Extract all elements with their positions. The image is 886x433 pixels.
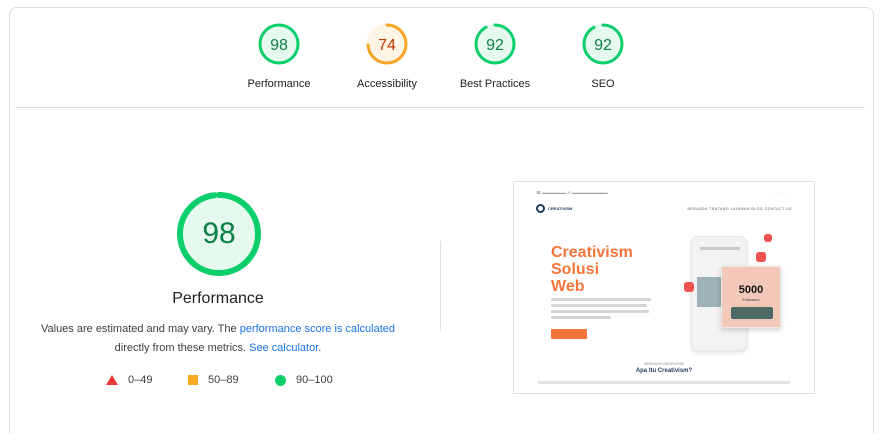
gauge-performance-score: 98 <box>270 37 288 54</box>
thumb-post-card: 5000 Followers <box>721 266 781 328</box>
legend-fail: 0–49 <box>106 372 152 388</box>
thumb-section-subtitle: MENGAPA CREATIVISM <box>644 362 684 366</box>
gauge-performance[interactable]: 98 Performance <box>219 22 339 91</box>
legend-average: 50–89 <box>188 372 239 388</box>
gauge-accessibility[interactable]: 74 Accessibility <box>327 22 447 91</box>
thumb-notification-icon <box>764 234 772 242</box>
gauge-seo-label: SEO <box>591 78 615 90</box>
gauge-performance-label: Performance <box>247 78 311 90</box>
thumb-contact-bar: ☎ ▬▬▬▬▬▬ ✉ ▬▬▬▬▬▬▬▬▬ <box>536 190 608 195</box>
thumb-social-icons: ◦ ◦ ◦ ◦ <box>773 190 790 195</box>
thumb-logo-icon <box>536 204 545 213</box>
thumb-hero-line-2: Solusi <box>551 261 600 278</box>
gauge-best-practices[interactable]: 92 Best Practices <box>435 22 555 91</box>
performance-description: Values are estimated and may vary. The p… <box>30 320 406 358</box>
fail-triangle-icon <box>106 375 118 386</box>
vertical-divider <box>440 241 441 331</box>
legend-pass-label: 90–100 <box>296 374 333 386</box>
thumb-counter-label: Followers <box>742 297 760 302</box>
section-divider <box>15 107 865 108</box>
performance-score-link[interactable]: performance score is calculated <box>240 323 395 335</box>
gauge-accessibility-score: 74 <box>378 37 396 54</box>
performance-title: Performance <box>172 290 264 307</box>
desc-middle: directly from these metrics. <box>114 342 250 354</box>
gauge-best-practices-label: Best Practices <box>459 78 531 90</box>
thumb-logo: CREATIVISM <box>536 204 572 213</box>
performance-gauge-large: 98 <box>175 190 263 278</box>
thumb-section-heading: Apa Itu Creativism? <box>635 368 693 374</box>
legend-average-label: 50–89 <box>208 374 239 386</box>
desc-suffix: . <box>318 342 322 354</box>
legend-pass: 90–100 <box>275 372 333 388</box>
performance-score-large: 98 <box>202 217 236 250</box>
gauge-seo[interactable]: 92 SEO <box>543 22 663 91</box>
gauge-best-practices-score: 92 <box>486 37 504 54</box>
thumb-hero-button <box>551 329 587 339</box>
thumb-hero-line-1: Creativism <box>551 244 633 261</box>
average-square-icon <box>188 375 198 386</box>
gauge-seo-score: 92 <box>594 37 612 54</box>
thumb-hero-paragraph <box>551 298 651 322</box>
thumb-nav: BERANDA TENTANG LAYANAN BLOG CONTACT US <box>687 207 792 211</box>
thumb-section-text <box>538 381 790 384</box>
pass-circle-icon <box>275 374 286 386</box>
thumb-counter: 5000 <box>738 284 764 296</box>
gauge-accessibility-label: Accessibility <box>357 78 417 90</box>
thumb-hero-heading: Creativism Solusi Web <box>551 244 681 295</box>
see-calculator-link[interactable]: See calculator <box>249 342 318 354</box>
desc-prefix: Values are estimated and may vary. The <box>40 323 240 335</box>
thumb-like-icon <box>756 252 766 262</box>
thumb-hero-line-3: Web <box>551 278 585 295</box>
legend-fail-label: 0–49 <box>128 374 153 386</box>
final-screenshot-thumbnail[interactable]: ☎ ▬▬▬▬▬▬ ✉ ▬▬▬▬▬▬▬▬▬ ◦ ◦ ◦ ◦ CREATIVISM … <box>513 181 815 394</box>
thumb-logo-text: CREATIVISM <box>548 206 573 211</box>
thumb-sofa-image <box>731 307 773 319</box>
thumb-heart-icon <box>684 282 694 292</box>
